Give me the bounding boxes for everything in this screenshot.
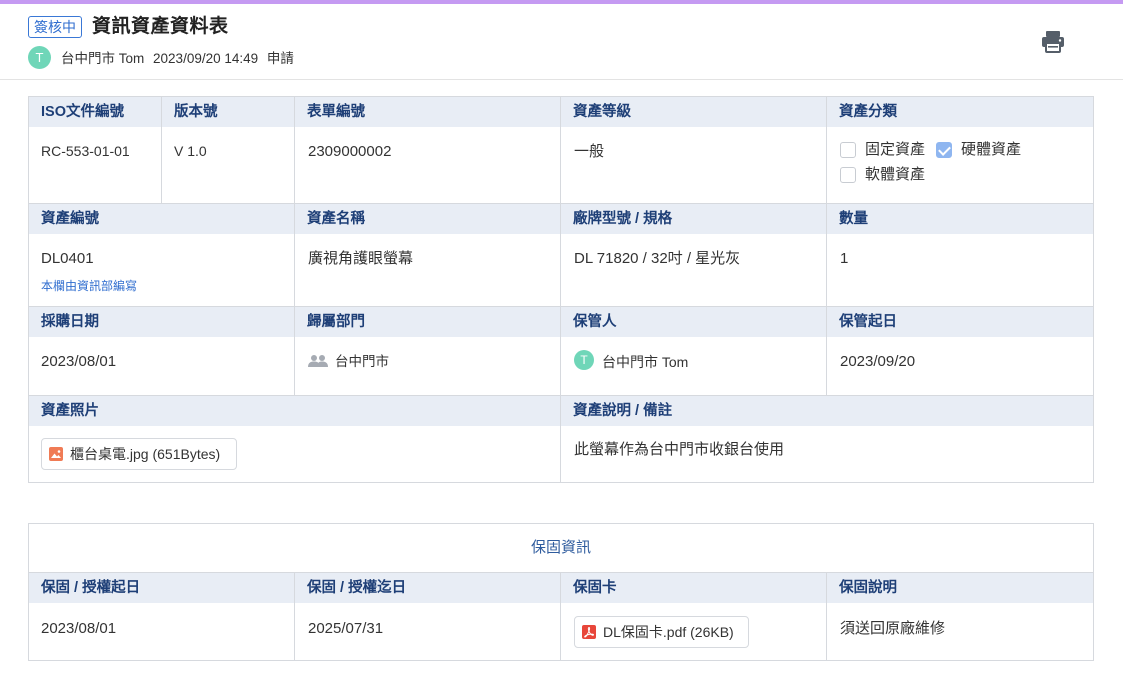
warranty-desc-value: 須送回原廠維修 [840,620,946,637]
asset-no-note: 本欄由資訊部編寫 [41,279,138,293]
version-header: 版本號 [162,97,295,127]
warranty-desc-header: 保固說明 [827,573,1093,603]
warranty-start-header: 保固 / 授權起日 [29,573,295,603]
checkbox-label-hardware-asset: 硬體資產 [961,141,1022,158]
asset-level-header: 資產等級 [561,97,827,127]
column-divider [826,573,827,660]
form-no-header: 表單編號 [295,97,561,127]
iso-doc-no-header: ISO文件編號 [29,97,162,127]
asset-name-value: 廣視角護眼螢幕 [308,250,414,267]
custody-start-header: 保管起日 [827,307,1093,337]
model-spec-value: DL 71820 / 32吋 / 星光灰 [574,250,741,267]
version-value: V 1.0 [174,143,207,159]
printer-icon [1042,31,1064,53]
purchase-date-header: 採購日期 [29,307,295,337]
purchase-date-value: 2023/08/01 [41,353,117,370]
model-spec-header: 廠牌型號 / 規格 [561,204,827,234]
custodian-value: 台中門市 Tom [602,354,689,370]
people-icon [308,355,328,367]
pdf-file-icon [582,625,596,639]
photo-file-attachment[interactable]: 櫃台桌電.jpg (651Bytes) [41,438,237,470]
department-header: 歸屬部門 [295,307,561,337]
checkbox-fixed-asset[interactable] [840,142,856,158]
checkbox-label-fixed-asset: 固定資產 [865,141,926,158]
warranty-card-attachment[interactable]: DL保固卡.pdf (26KB) [574,616,749,648]
asset-photo-header: 資產照片 [29,396,561,426]
asset-no-value: DL0401 [41,250,94,267]
quantity-value: 1 [840,250,849,267]
form-no-value: 2309000002 [308,143,392,160]
column-divider [560,97,561,482]
quantity-header: 數量 [827,204,1093,234]
checkbox-hardware-asset[interactable] [936,142,952,158]
status-badge: 簽核中 [28,16,82,38]
avatar: T [28,46,51,69]
warranty-info-table: 保固資訊 保固 / 授權起日 保固 / 授權迄日 保固卡 保固說明 2023/0… [28,523,1094,661]
warranty-section-title: 保固資訊 [530,539,591,556]
print-button[interactable] [1040,30,1066,54]
page-header: 簽核中 資訊資產資料表 T 台中門市 Tom 2023/09/20 14:49 … [0,4,1123,80]
custodian-header: 保管人 [561,307,827,337]
department-value: 台中門市 [335,354,389,369]
warranty-card-file-name: DL保固卡.pdf (26KB) [603,624,734,640]
asset-name-header: 資產名稱 [295,204,561,234]
asset-no-header: 資產編號 [29,204,295,234]
warranty-card-header: 保固卡 [561,573,827,603]
page-title: 資訊資產資料表 [92,16,229,37]
applicant-name: 台中門市 Tom [61,51,145,66]
column-divider [161,97,162,203]
warranty-end-value: 2025/07/31 [308,620,384,637]
asset-level-value: 一般 [574,143,605,160]
applicant-info: 台中門市 Tom 2023/09/20 14:49 申請 [61,50,299,68]
column-divider [294,573,295,660]
asset-category-header: 資產分類 [827,97,1093,127]
applied-action: 申請 [266,51,294,66]
column-divider [560,573,561,660]
asset-info-table: ISO文件編號 版本號 表單編號 資產等級 資產分類 RC-553-01-01 … [28,96,1094,483]
photo-file-name: 櫃台桌電.jpg (651Bytes) [70,446,221,462]
remark-value: 此螢幕作為台中門市收銀台使用 [574,441,785,458]
applied-timestamp: 2023/09/20 14:49 [153,51,259,66]
custody-start-value: 2023/09/20 [840,353,916,370]
avatar: T [574,350,594,370]
warranty-start-value: 2023/08/01 [41,620,117,637]
column-divider [294,97,295,395]
iso-doc-no-value: RC-553-01-01 [41,143,130,159]
column-divider [826,97,827,395]
image-file-icon [49,447,63,461]
warranty-end-header: 保固 / 授權迄日 [295,573,561,603]
remark-header: 資產說明 / 備註 [561,396,1093,426]
checkbox-label-software-asset: 軟體資產 [865,166,926,183]
checkbox-software-asset[interactable] [840,167,856,183]
